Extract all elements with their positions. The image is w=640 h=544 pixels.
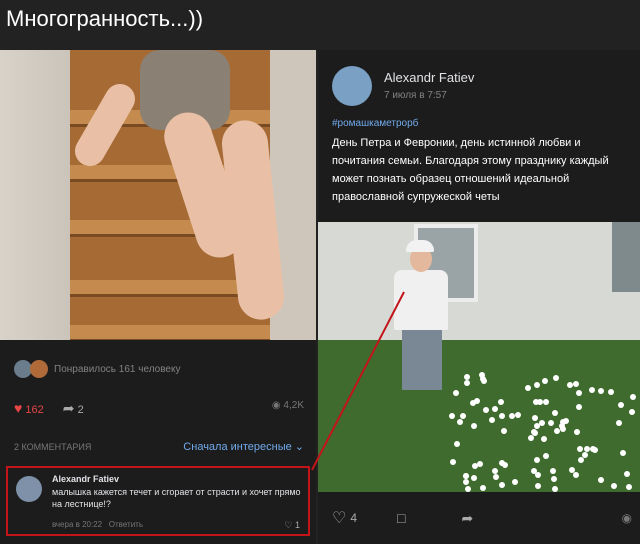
highlight-line (311, 291, 405, 471)
